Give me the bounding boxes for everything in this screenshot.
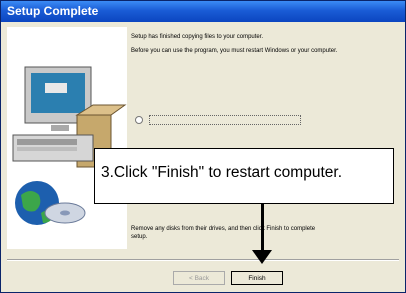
finish-button[interactable]: Finish: [231, 271, 283, 285]
restart-radio[interactable]: [135, 116, 143, 124]
callout-arrow-line: [261, 204, 264, 251]
callout-arrow-head: [252, 250, 272, 264]
message-copy-complete: Setup has finished copying files to your…: [131, 34, 264, 40]
restart-option-label: [149, 115, 301, 125]
footer-separator-highlight: [7, 260, 399, 261]
setup-illustration: [12, 66, 127, 225]
callout-text: 3.Click "Finish" to restart computer.: [101, 164, 342, 181]
message-restart-notice: Before you can use the program, you must…: [131, 48, 338, 54]
illustration-panel: [7, 27, 127, 249]
window-title: Setup Complete: [7, 4, 99, 18]
setup-dialog: Setup Complete Setup has finished copyin…: [0, 0, 406, 293]
back-button[interactable]: < Back: [173, 271, 225, 285]
instruction-callout: 3.Click "Finish" to restart computer.: [94, 148, 394, 204]
restart-option[interactable]: [131, 115, 381, 125]
title-bar[interactable]: Setup Complete: [1, 1, 405, 22]
disk-icon: [44, 202, 86, 224]
message-remove-disks: Remove any disks from their drives, and …: [131, 226, 316, 240]
